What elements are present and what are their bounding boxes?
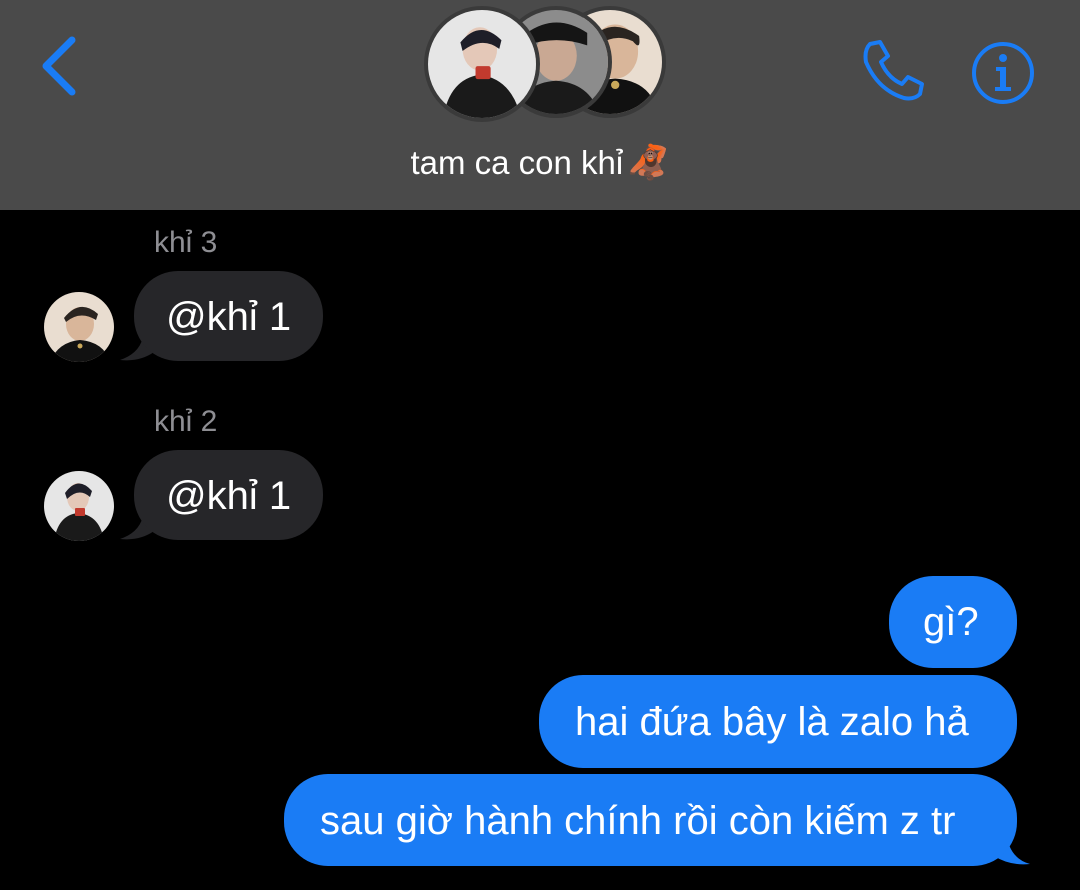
message-text: gì? — [923, 600, 979, 644]
phone-icon — [863, 40, 924, 101]
message-bubble[interactable]: @khỉ 1 — [134, 450, 324, 540]
message-text: @khỉ 1 — [166, 474, 292, 518]
orangutan-icon: 🦧 — [627, 144, 670, 182]
info-button[interactable] — [970, 40, 1036, 106]
info-icon — [972, 42, 1034, 104]
group-name-text: tam ca con khỉ — [410, 144, 624, 181]
group-avatar-1 — [424, 6, 540, 122]
sender-name: khỉ 2 — [154, 405, 218, 438]
sender-name: khỉ 3 — [154, 226, 218, 259]
chevron-left-icon — [42, 36, 76, 96]
avatar-khi-3[interactable] — [44, 292, 114, 362]
group-title[interactable]: tam ca con khỉ 🦧 — [0, 143, 1080, 183]
message-text: @khỉ 1 — [166, 295, 292, 339]
message-bubble[interactable]: hai đứa bây là zalo hả — [539, 675, 1017, 768]
back-button[interactable] — [36, 32, 86, 100]
message-text: sau giờ hành chính rồi còn kiếm z tr — [320, 799, 956, 843]
group-avatars[interactable] — [420, 0, 670, 125]
call-button[interactable] — [858, 38, 928, 104]
message-text: hai đứa bây là zalo hả — [575, 700, 969, 744]
avatar-khi-2[interactable] — [44, 471, 114, 541]
message-bubble[interactable]: @khỉ 1 — [134, 271, 324, 361]
message-bubble[interactable]: sau giờ hành chính rồi còn kiếm z tr — [284, 774, 1017, 866]
chat-header: tam ca con khỉ 🦧 — [0, 0, 1080, 210]
message-bubble[interactable]: gì? — [889, 576, 1017, 668]
